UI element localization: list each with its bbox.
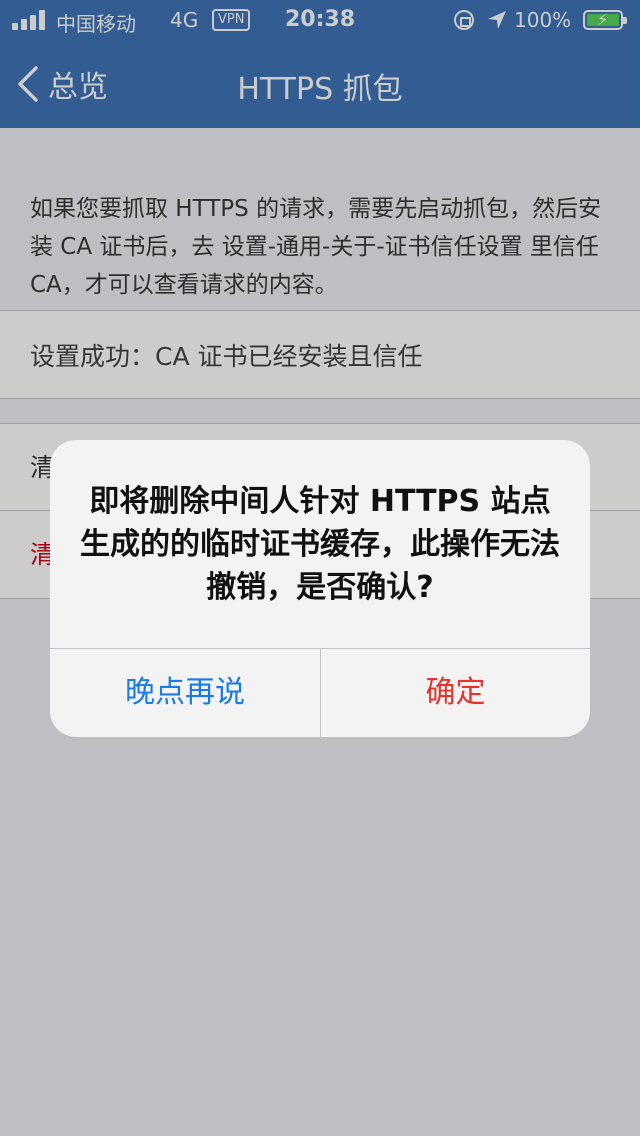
confirm-button[interactable]: 确定 [321, 649, 590, 737]
alert-message: 即将删除中间人针对 HTTPS 站点生成的的临时证书缓存，此操作无法撤销，是否确… [80, 484, 560, 605]
confirm-alert-dialog: 即将删除中间人针对 HTTPS 站点生成的的临时证书缓存，此操作无法撤销，是否确… [50, 440, 590, 737]
later-button[interactable]: 晚点再说 [50, 649, 320, 737]
